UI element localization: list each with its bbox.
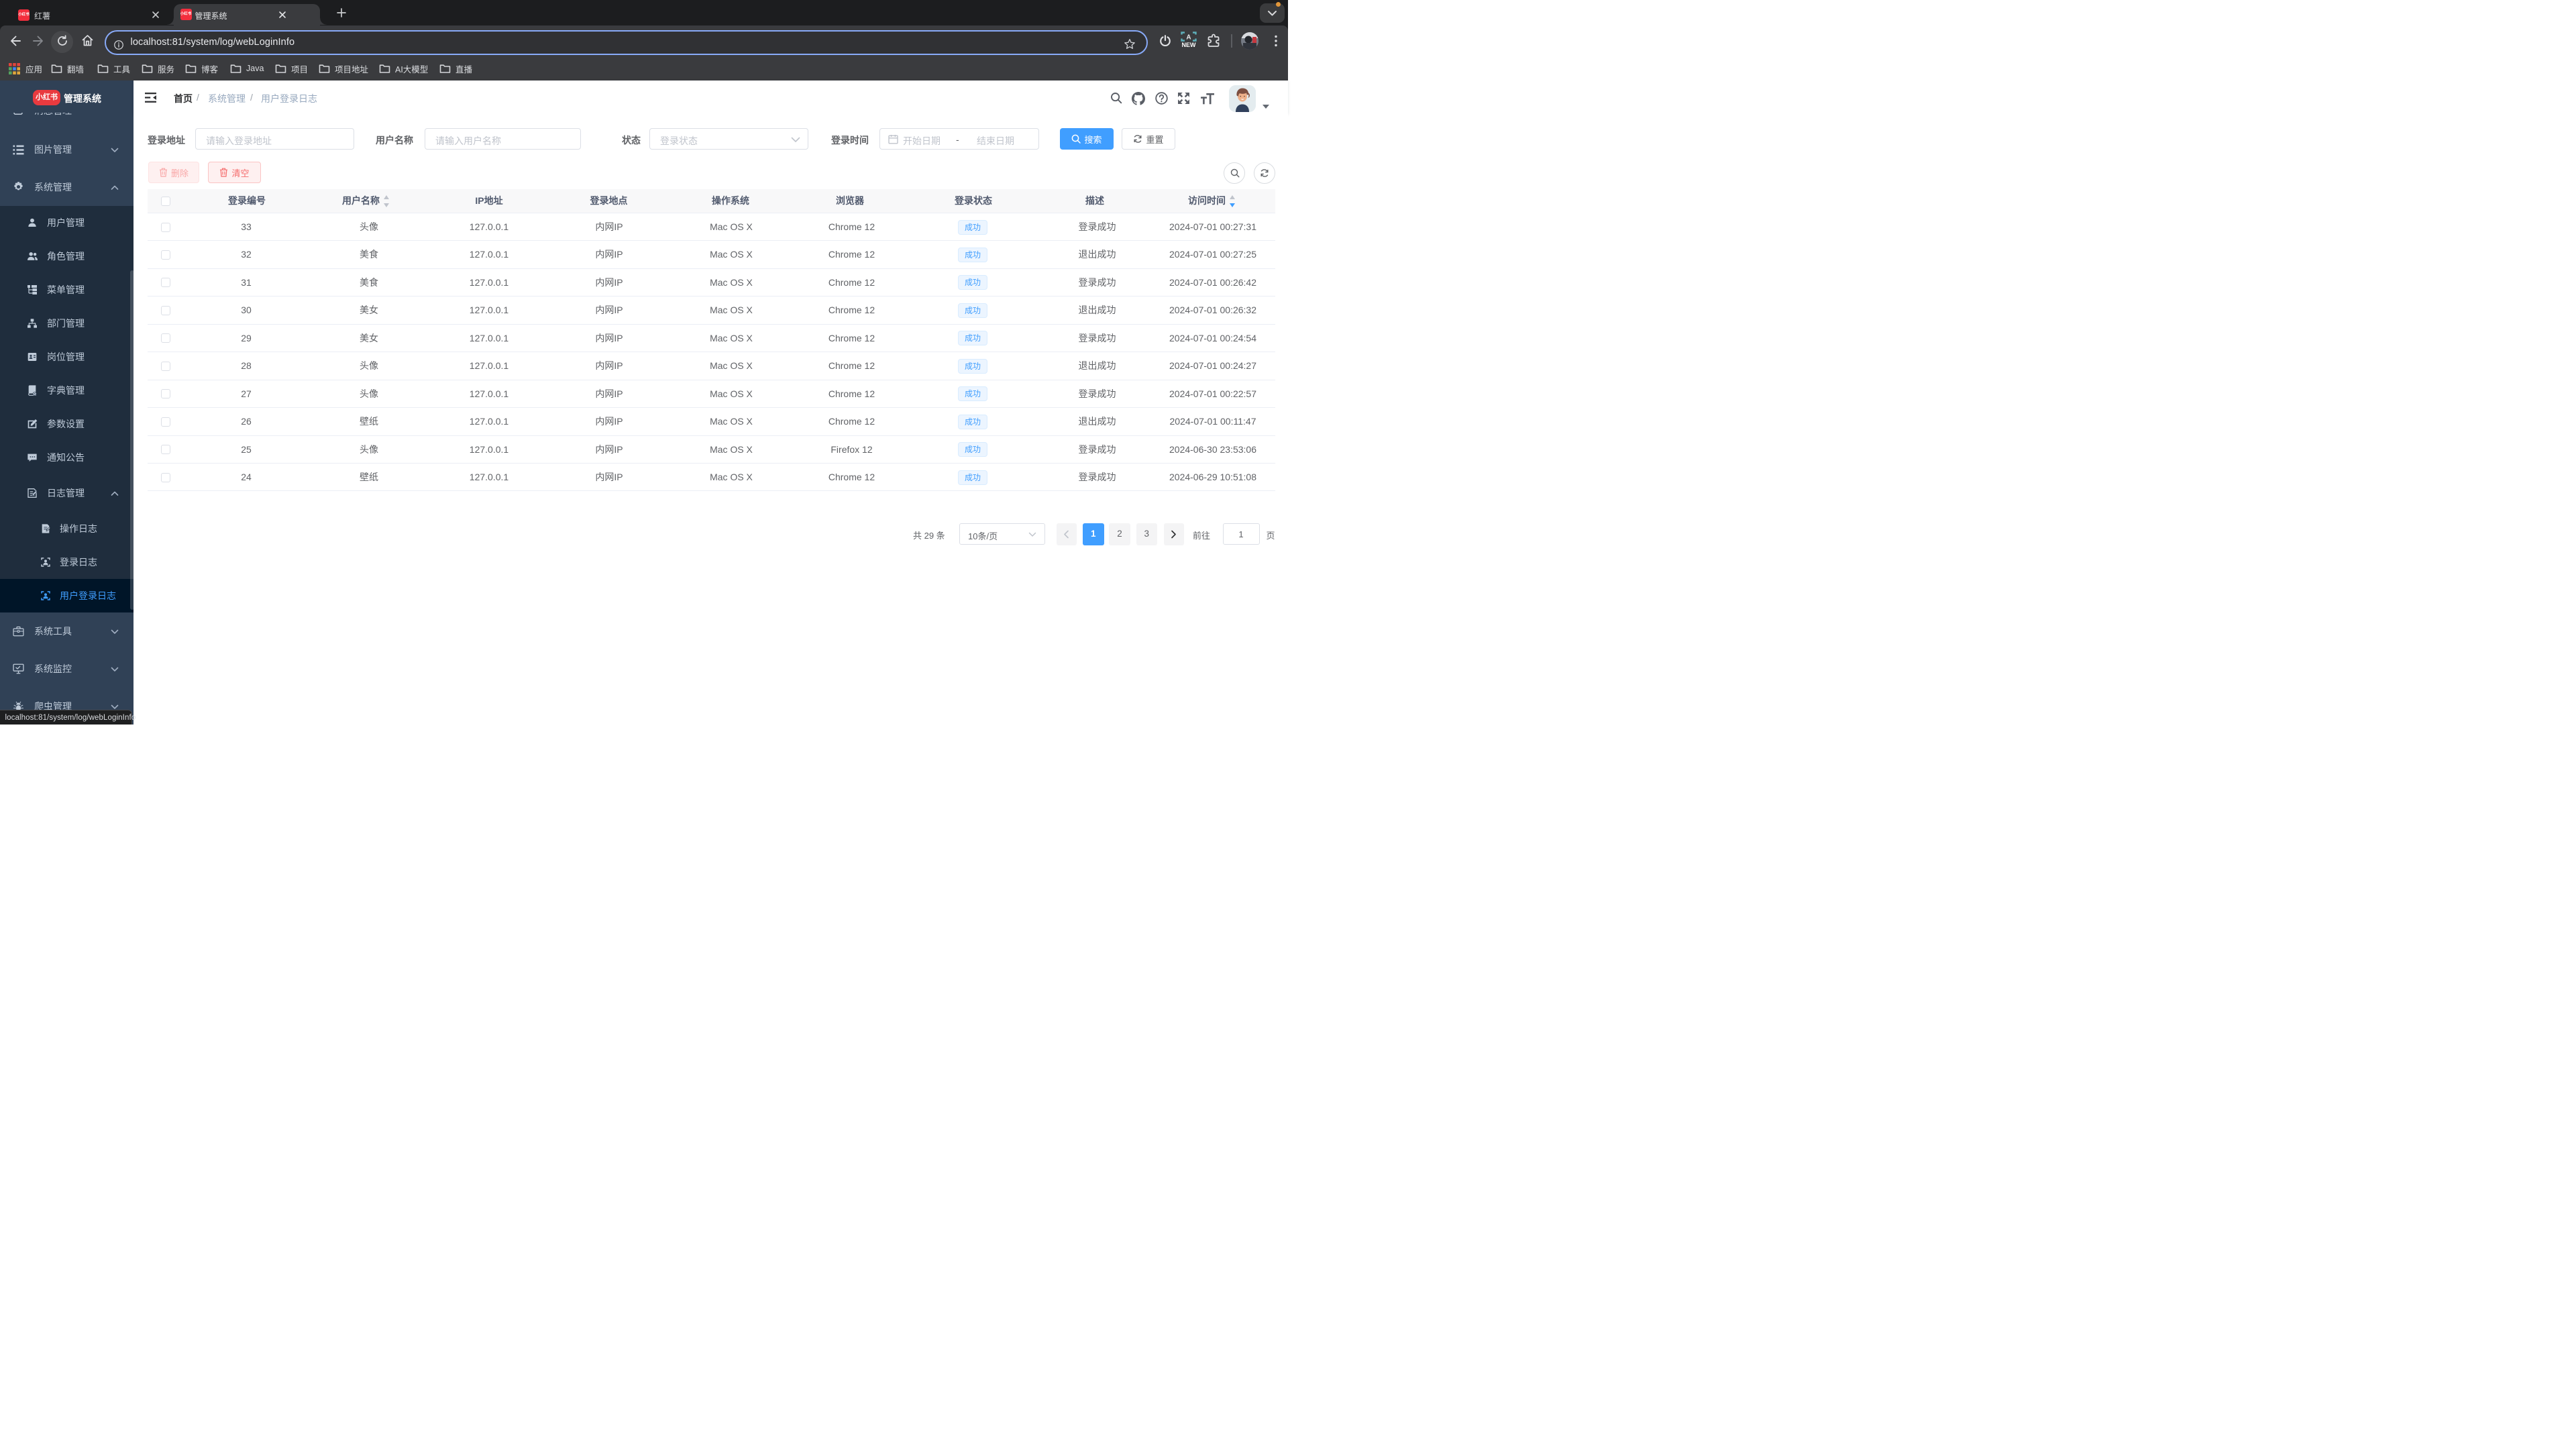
- svg-text:A: A: [1186, 34, 1191, 41]
